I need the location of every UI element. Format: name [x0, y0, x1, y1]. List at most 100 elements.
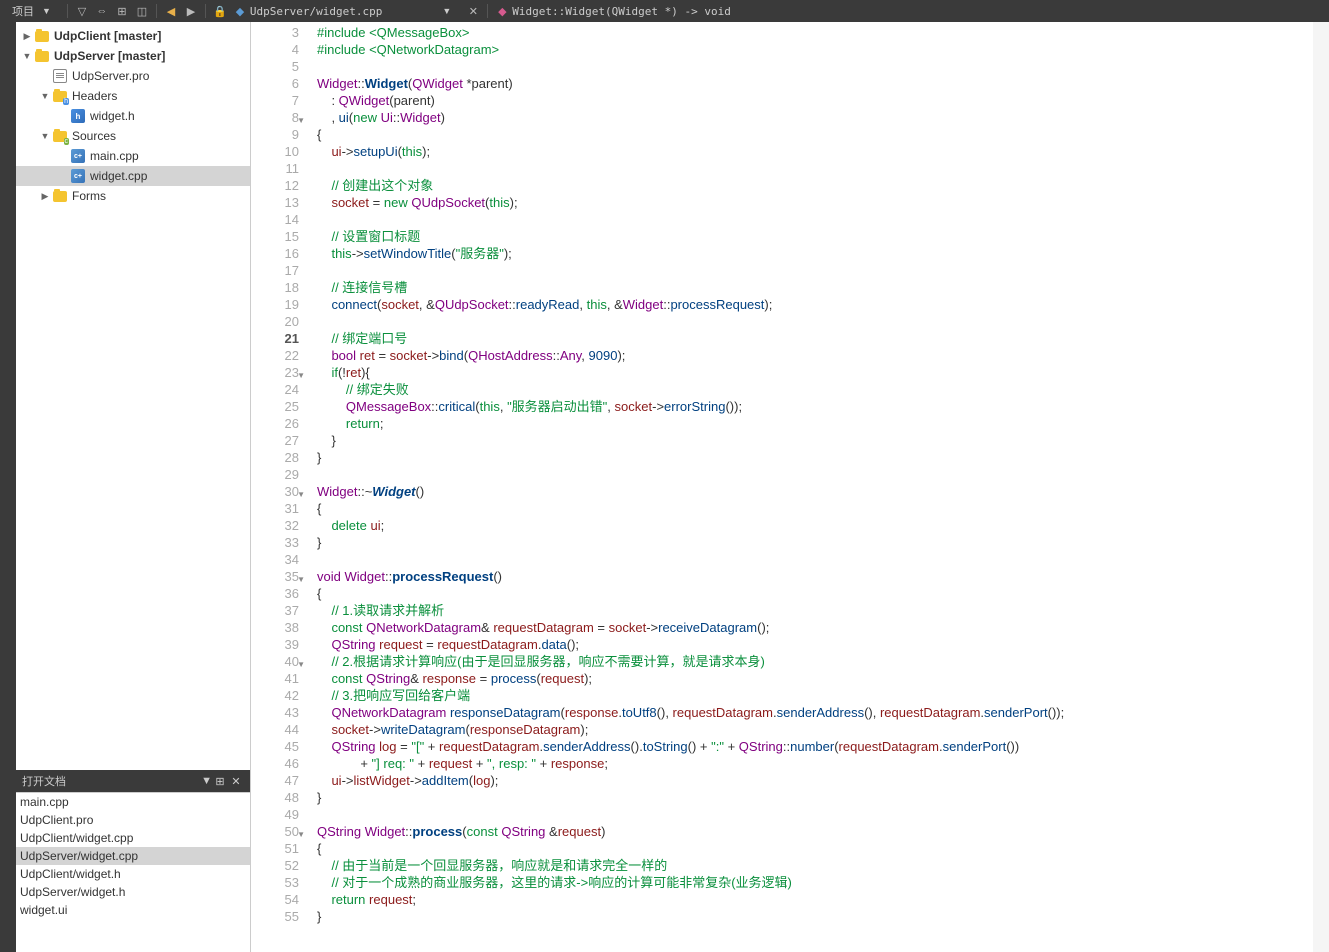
code-editor[interactable]: #include <QMessageBox>#include <QNetwork…	[307, 22, 1313, 952]
code-line[interactable]: // 3.把响应写回给客户端	[317, 687, 1313, 704]
code-line[interactable]: QString log = "[" + requestDatagram.send…	[317, 738, 1313, 755]
code-line[interactable]: }	[317, 908, 1313, 925]
split-icon[interactable]: ◫	[133, 2, 151, 20]
code-line[interactable]	[317, 806, 1313, 823]
file-path[interactable]: UdpServer/widget.cpp	[250, 5, 382, 18]
tree-file-pro[interactable]: UdpServer.pro	[16, 66, 250, 86]
tree-folder-sources[interactable]: ▼ Sources	[16, 126, 250, 146]
open-doc-item[interactable]: UdpClient.pro	[16, 811, 250, 829]
code-line[interactable]: const QString& response = process(reques…	[317, 670, 1313, 687]
open-doc-item[interactable]: UdpServer/widget.cpp	[16, 847, 250, 865]
nav-fwd-icon[interactable]: ▶	[182, 2, 200, 20]
open-doc-item[interactable]: UdpClient/widget.h	[16, 865, 250, 883]
code-line[interactable]: connect(socket, &QUdpSocket::readyRead, …	[317, 296, 1313, 313]
code-line[interactable]	[317, 551, 1313, 568]
code-line[interactable]: // 1.读取请求并解析	[317, 602, 1313, 619]
open-doc-item[interactable]: widget.ui	[16, 901, 250, 919]
code-line[interactable]: bool ret = socket->bind(QHostAddress::An…	[317, 347, 1313, 364]
dropdown-icon[interactable]: ▼	[201, 775, 212, 787]
code-line[interactable]: // 由于当前是一个回显服务器，响应就是和请求完全一样的	[317, 857, 1313, 874]
tree-project-udpclient[interactable]: ▶ UdpClient [master]	[16, 26, 250, 46]
tree-folder-forms[interactable]: ▶ Forms	[16, 186, 250, 206]
code-line[interactable]: : QWidget(parent)	[317, 92, 1313, 109]
link-icon[interactable]: ⇔	[93, 2, 111, 20]
open-doc-item[interactable]: UdpServer/widget.h	[16, 883, 250, 901]
code-line[interactable]: const QNetworkDatagram& requestDatagram …	[317, 619, 1313, 636]
filter-icon[interactable]: ▽	[73, 2, 91, 20]
code-line[interactable]: // 2.根据请求计算响应(由于是回显服务器，响应不需要计算，就是请求本身)	[317, 653, 1313, 670]
code-line[interactable]: }	[317, 789, 1313, 806]
code-line[interactable]: {	[317, 585, 1313, 602]
code-line[interactable]	[317, 313, 1313, 330]
code-line[interactable]	[317, 58, 1313, 75]
twisty-icon[interactable]: ▶	[38, 191, 52, 202]
project-tree[interactable]: ▶ UdpClient [master] ▼ UdpServer [master…	[16, 22, 250, 770]
code-line[interactable]: Widget::Widget(QWidget *parent)	[317, 75, 1313, 92]
symbol-breadcrumb[interactable]: Widget::Widget(QWidget *) -> void	[512, 5, 731, 18]
tree-label: Headers	[72, 89, 117, 103]
dropdown-icon[interactable]: ▼	[42, 6, 51, 16]
code-line[interactable]: this->setWindowTitle("服务器");	[317, 245, 1313, 262]
tree-file-widget-h[interactable]: h widget.h	[16, 106, 250, 126]
code-line[interactable]: #include <QNetworkDatagram>	[317, 41, 1313, 58]
code-line[interactable]: {	[317, 840, 1313, 857]
tree-file-main-cpp[interactable]: c+ main.cpp	[16, 146, 250, 166]
open-doc-item[interactable]: main.cpp	[16, 793, 250, 811]
code-line[interactable]: void Widget::processRequest()	[317, 568, 1313, 585]
add-icon[interactable]: ⊞	[113, 2, 131, 20]
code-line[interactable]: Widget::~Widget()	[317, 483, 1313, 500]
code-line[interactable]: QNetworkDatagram responseDatagram(respon…	[317, 704, 1313, 721]
lock-icon[interactable]: 🔒	[211, 2, 229, 20]
code-line[interactable]: delete ui;	[317, 517, 1313, 534]
code-line[interactable]	[317, 211, 1313, 228]
code-line[interactable]: // 绑定端口号	[317, 330, 1313, 347]
twisty-icon[interactable]: ▼	[20, 51, 34, 61]
twisty-icon[interactable]: ▼	[38, 131, 52, 141]
split-icon[interactable]: ⊞	[212, 775, 228, 788]
code-line[interactable]: ui->setupUi(this);	[317, 143, 1313, 160]
code-line[interactable]	[317, 262, 1313, 279]
open-docs-list[interactable]: main.cppUdpClient.proUdpClient/widget.cp…	[16, 792, 250, 952]
code-line[interactable]: // 对于一个成熟的商业服务器，这里的请求->响应的计算可能非常复杂(业务逻辑)	[317, 874, 1313, 891]
nav-back-icon[interactable]: ◀	[162, 2, 180, 20]
code-line[interactable]: if(!ret){	[317, 364, 1313, 381]
code-line[interactable]: {	[317, 126, 1313, 143]
code-line[interactable]: // 创建出这个对象	[317, 177, 1313, 194]
folder-icon	[34, 48, 50, 64]
close-file-icon[interactable]: ✕	[464, 2, 482, 20]
sidebar: ▶ UdpClient [master] ▼ UdpServer [master…	[16, 22, 251, 952]
code-line[interactable]: return request;	[317, 891, 1313, 908]
code-line[interactable]: {	[317, 500, 1313, 517]
line-gutter[interactable]: 345678▼91011121314151617181920212223▼242…	[251, 22, 307, 952]
file-dropdown-icon[interactable]: ▼	[442, 6, 451, 16]
code-line[interactable]: QString Widget::process(const QString &r…	[317, 823, 1313, 840]
tree-project-udpserver[interactable]: ▼ UdpServer [master]	[16, 46, 250, 66]
tree-file-widget-cpp[interactable]: c+ widget.cpp	[16, 166, 250, 186]
twisty-icon[interactable]: ▼	[38, 91, 52, 101]
code-line[interactable]: QString request = requestDatagram.data()…	[317, 636, 1313, 653]
left-rail[interactable]	[0, 22, 16, 952]
code-line[interactable]: ui->listWidget->addItem(log);	[317, 772, 1313, 789]
code-line[interactable]: return;	[317, 415, 1313, 432]
code-line[interactable]: // 设置窗口标题	[317, 228, 1313, 245]
code-line[interactable]: socket->writeDatagram(responseDatagram);	[317, 721, 1313, 738]
code-line[interactable]	[317, 160, 1313, 177]
folder-icon	[34, 28, 50, 44]
code-line[interactable]: }	[317, 449, 1313, 466]
editor-area[interactable]: 345678▼91011121314151617181920212223▼242…	[251, 22, 1329, 952]
code-line[interactable]: }	[317, 534, 1313, 551]
code-line[interactable]: , ui(new Ui::Widget)	[317, 109, 1313, 126]
twisty-icon[interactable]: ▶	[20, 31, 34, 42]
code-line[interactable]: #include <QMessageBox>	[317, 24, 1313, 41]
code-line[interactable]: // 连接信号槽	[317, 279, 1313, 296]
code-line[interactable]: + "] req: " + request + ", resp: " + res…	[317, 755, 1313, 772]
vertical-scrollbar[interactable]	[1313, 22, 1329, 952]
tree-folder-headers[interactable]: ▼ Headers	[16, 86, 250, 106]
close-icon[interactable]: ✕	[228, 775, 244, 788]
code-line[interactable]: QMessageBox::critical(this, "服务器启动出错", s…	[317, 398, 1313, 415]
code-line[interactable]: socket = new QUdpSocket(this);	[317, 194, 1313, 211]
code-line[interactable]: }	[317, 432, 1313, 449]
code-line[interactable]	[317, 466, 1313, 483]
code-line[interactable]: // 绑定失败	[317, 381, 1313, 398]
open-doc-item[interactable]: UdpClient/widget.cpp	[16, 829, 250, 847]
